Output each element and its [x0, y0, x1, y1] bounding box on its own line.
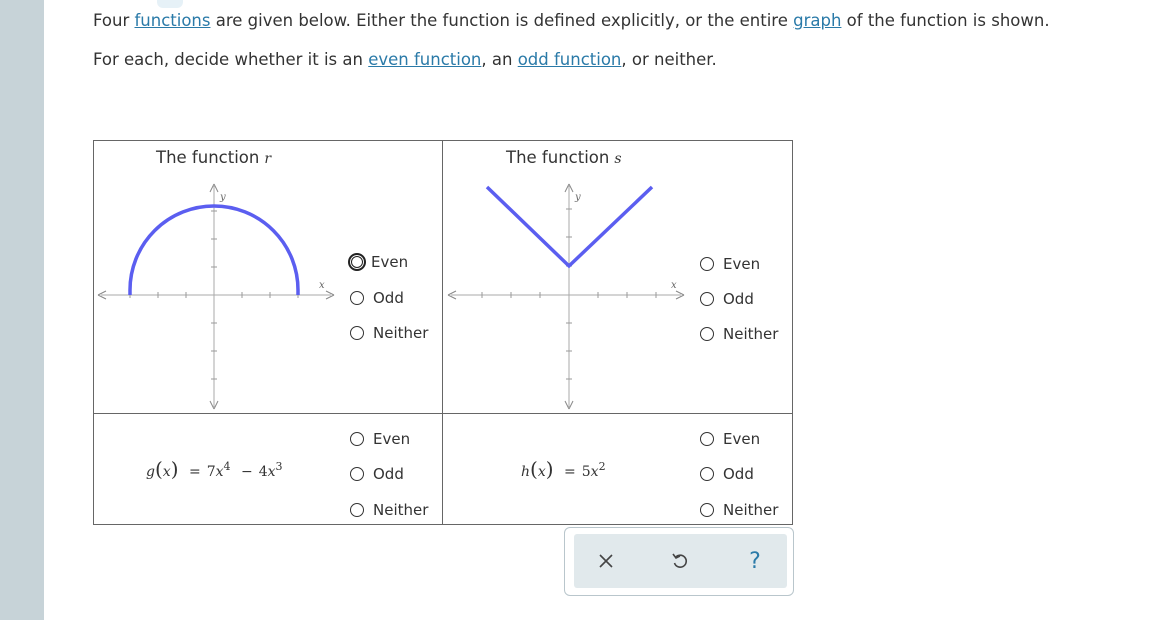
- instruction-text: of the function is shown.: [841, 11, 1050, 30]
- radio-label: Neither: [373, 501, 429, 519]
- radio-button[interactable]: [700, 292, 714, 306]
- graph-link[interactable]: graph: [793, 11, 841, 30]
- top-tab-indicator: [157, 0, 183, 8]
- formula-coefficient: 7: [206, 464, 216, 480]
- radio-button[interactable]: [700, 327, 714, 341]
- radio-label: Neither: [723, 501, 779, 519]
- radio-g-odd[interactable]: Odd: [350, 465, 404, 483]
- formula-equals: =: [188, 464, 201, 480]
- radio-r-odd[interactable]: Odd: [350, 289, 404, 307]
- instruction-text: are given below. Either the function is …: [210, 11, 794, 30]
- axis-x-label-r: x: [319, 280, 325, 291]
- radio-r-neither[interactable]: Neither: [350, 324, 428, 342]
- radio-label: Even: [373, 430, 411, 448]
- radio-s-neither[interactable]: Neither: [700, 325, 778, 343]
- radio-button[interactable]: [350, 503, 364, 517]
- radio-label: Neither: [373, 324, 429, 342]
- formula-operator: −: [240, 464, 253, 480]
- radio-label: Even: [723, 255, 761, 273]
- functions-link[interactable]: functions: [134, 11, 210, 30]
- toolbar-inner: ?: [574, 534, 787, 588]
- radio-s-even[interactable]: Even: [700, 255, 760, 273]
- radio-s-odd[interactable]: Odd: [700, 290, 754, 308]
- radio-r-even[interactable]: Even: [348, 253, 408, 271]
- formula-exponent: 2: [598, 460, 606, 473]
- radio-label: Neither: [723, 325, 779, 343]
- clear-button[interactable]: [576, 534, 636, 588]
- radio-h-even[interactable]: Even: [700, 430, 760, 448]
- function-s-title: The function s: [506, 148, 622, 167]
- left-sidebar-strip: [0, 0, 44, 620]
- formula-g: g(x) = 7x4 −4x3: [146, 457, 283, 481]
- radio-button[interactable]: [350, 467, 364, 481]
- radio-label: Even: [371, 253, 409, 271]
- instruction-line-2: For each, decide whether it is an even f…: [93, 50, 717, 69]
- axis-x-label-s: x: [671, 280, 677, 291]
- close-icon: [599, 554, 613, 568]
- radio-label: Even: [723, 430, 761, 448]
- instruction-text: Four: [93, 11, 135, 30]
- formula-h: h(x) = 5x2: [521, 457, 606, 481]
- functions-grid: The function r y x Even Odd Neither The …: [93, 140, 793, 525]
- grid-divider-horizontal: [94, 413, 792, 414]
- radio-g-neither[interactable]: Neither: [350, 501, 428, 519]
- instruction-line-1: Four functions are given below. Either t…: [93, 11, 1050, 30]
- undo-icon: [672, 553, 687, 568]
- function-name: s: [614, 151, 622, 167]
- undo-button[interactable]: [650, 534, 710, 588]
- radio-button[interactable]: [700, 467, 714, 481]
- help-button[interactable]: ?: [725, 534, 785, 588]
- radio-button[interactable]: [700, 503, 714, 517]
- function-r-title: The function r: [156, 148, 271, 167]
- radio-button[interactable]: [350, 291, 364, 305]
- formula-equals: =: [564, 464, 576, 480]
- formula-function-name: g: [146, 464, 155, 480]
- instruction-text: , or neither.: [621, 50, 717, 69]
- radio-button[interactable]: [700, 432, 714, 446]
- graph-r: y x: [97, 183, 335, 410]
- instruction-text: For each, decide whether it is an: [93, 50, 369, 69]
- radio-h-odd[interactable]: Odd: [700, 465, 754, 483]
- grid-divider-vertical: [442, 141, 443, 524]
- radio-button[interactable]: [350, 432, 364, 446]
- axis-y-label-s: y: [574, 192, 581, 203]
- even-function-link[interactable]: even function: [368, 50, 481, 69]
- radio-label: Odd: [373, 289, 404, 307]
- radio-label: Odd: [723, 465, 754, 483]
- radio-h-neither[interactable]: Neither: [700, 501, 778, 519]
- formula-variable: x: [537, 464, 546, 480]
- formula-variable: x: [162, 464, 171, 480]
- radio-button[interactable]: [350, 326, 364, 340]
- radio-label: Odd: [723, 290, 754, 308]
- function-title-text: The function: [156, 148, 260, 167]
- function-title-text: The function: [506, 148, 610, 167]
- graph-s: y x: [447, 183, 685, 410]
- radio-g-even[interactable]: Even: [350, 430, 410, 448]
- formula-exponent: 4: [223, 460, 231, 473]
- help-icon: ?: [749, 548, 761, 574]
- formula-function-name: h: [521, 464, 531, 480]
- axis-y-label-r: y: [219, 192, 226, 203]
- instruction-text: , an: [481, 50, 518, 69]
- function-name: r: [264, 151, 272, 167]
- formula-coefficient: 4: [258, 464, 268, 480]
- formula-coefficient: 5: [581, 464, 591, 480]
- odd-function-link[interactable]: odd function: [518, 50, 622, 69]
- formula-exponent: 3: [275, 460, 283, 473]
- radio-label: Odd: [373, 465, 404, 483]
- radio-button[interactable]: [700, 257, 714, 271]
- answer-toolbar: ?: [564, 527, 794, 596]
- radio-button[interactable]: [348, 253, 366, 271]
